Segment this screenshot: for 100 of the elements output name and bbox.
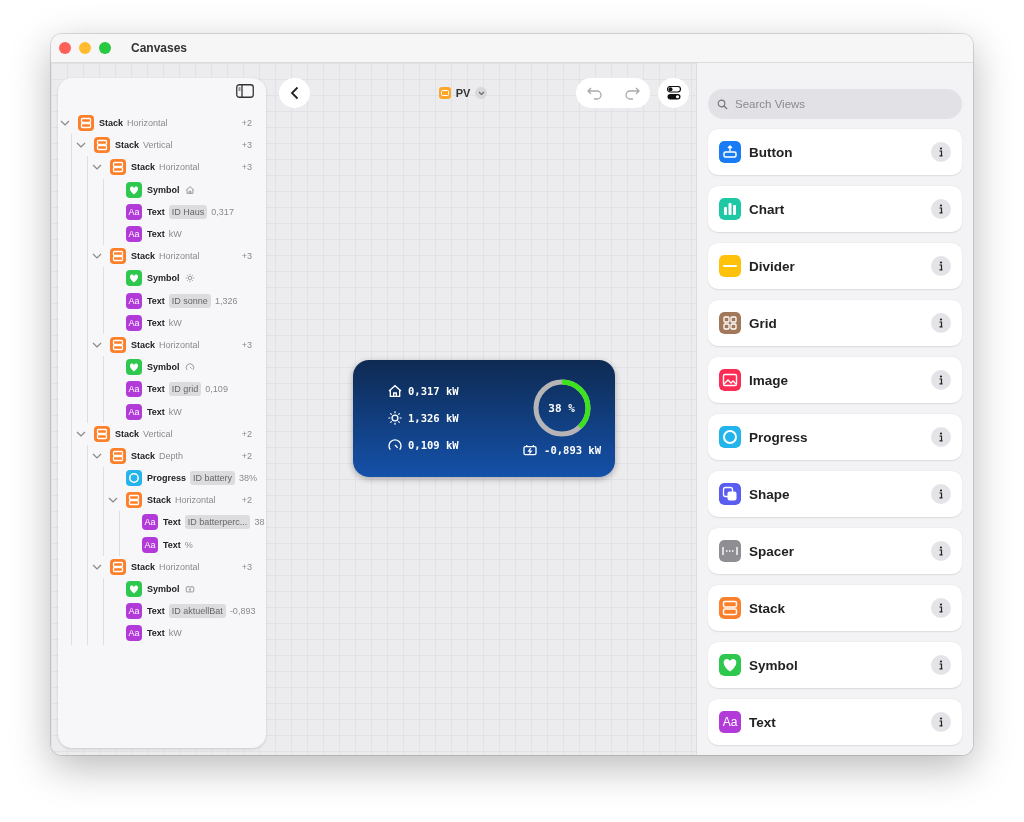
caret-icon	[477, 90, 485, 96]
view-item[interactable]: Chart	[708, 186, 962, 232]
node-name[interactable]: Stack	[115, 140, 140, 151]
view-item[interactable]: Spacer	[708, 528, 962, 574]
sun-icon	[387, 410, 403, 426]
node-name[interactable]: Text	[147, 406, 165, 417]
view-item[interactable]: Symbol	[708, 642, 962, 688]
gauge-icon	[184, 362, 195, 373]
text-icon: Aa	[126, 226, 142, 243]
battery-icon	[184, 584, 195, 595]
gauge-icon	[387, 437, 403, 453]
node-name[interactable]: Symbol	[147, 184, 180, 195]
window-title: Canvases	[131, 41, 188, 55]
power-reading: 1,326 kW	[408, 412, 459, 424]
info-button[interactable]	[931, 142, 951, 162]
node-name[interactable]: Stack	[131, 450, 156, 461]
stack-icon	[110, 558, 126, 575]
redo-icon	[622, 85, 641, 101]
node-name[interactable]: Text	[147, 229, 165, 240]
node-name[interactable]: Symbol	[147, 362, 180, 373]
node-name[interactable]: Text	[147, 317, 165, 328]
stack-icon	[94, 425, 110, 442]
info-button[interactable]	[931, 712, 951, 732]
node-name[interactable]: Stack	[131, 251, 156, 262]
view-item[interactable]: Image	[708, 357, 962, 403]
node-name[interactable]: Stack	[131, 339, 156, 350]
text-icon: Aa	[142, 536, 158, 553]
info-button[interactable]	[931, 655, 951, 675]
info-button[interactable]	[931, 313, 951, 333]
id-tag: ID sonne	[168, 293, 211, 308]
info-button[interactable]	[931, 427, 951, 447]
view-item[interactable]: Grid	[708, 300, 962, 346]
node-name[interactable]: Symbol	[147, 584, 180, 595]
back-button[interactable]	[279, 78, 310, 108]
view-name: Image	[749, 372, 790, 388]
info-icon	[938, 603, 944, 613]
id-tag: ID aktuellBat	[168, 604, 226, 619]
stack-icon	[110, 447, 126, 464]
house-icon	[387, 383, 403, 399]
text-icon: Aa	[126, 625, 142, 642]
view-item[interactable]: Stack	[708, 585, 962, 631]
node-detail: Horizontal	[159, 162, 200, 173]
node-name[interactable]: Stack	[115, 428, 140, 439]
node-value: 0,109	[205, 384, 228, 395]
info-icon	[938, 147, 944, 157]
child-count: +3	[241, 251, 252, 262]
node-name[interactable]: Stack	[147, 495, 172, 506]
undo-button[interactable]	[585, 85, 604, 101]
info-button[interactable]	[931, 598, 951, 618]
node-name[interactable]: Text	[147, 295, 165, 306]
info-icon	[938, 432, 944, 442]
view-name: Symbol	[749, 657, 799, 673]
node-value: 1,326	[214, 295, 238, 306]
node-name[interactable]: Text	[163, 517, 181, 528]
stack-icon	[110, 159, 126, 176]
view-name: Spacer	[749, 543, 796, 559]
view-item[interactable]: Progress	[708, 414, 962, 460]
node-name[interactable]: Stack	[131, 561, 156, 572]
ring-label: 38 %	[547, 400, 576, 417]
info-button[interactable]	[931, 370, 951, 390]
id-tag: ID grid	[168, 382, 202, 397]
node-name[interactable]: Text	[147, 606, 165, 617]
child-count: +3	[241, 162, 252, 173]
child-count: +2	[241, 428, 252, 439]
node-name[interactable]: Symbol	[147, 273, 180, 284]
stack-icon	[94, 137, 110, 154]
node-value: kW	[168, 406, 182, 417]
node-name[interactable]: Stack	[99, 118, 124, 129]
toggle-icon	[666, 86, 681, 100]
node-name[interactable]: Text	[163, 539, 181, 550]
info-button[interactable]	[931, 541, 951, 561]
pv-widget[interactable]: 0,317 kW 1,326 kW 0,109 kW 38 % -0,893 kW	[353, 359, 615, 477]
view-item[interactable]: Button	[708, 129, 962, 175]
info-button[interactable]	[931, 199, 951, 219]
search-field[interactable]: Search Views	[708, 89, 962, 119]
node-detail: Horizontal	[159, 339, 200, 350]
view-item[interactable]: Shape	[708, 471, 962, 517]
info-button[interactable]	[931, 484, 951, 504]
node-value: kW	[168, 317, 182, 328]
view-item[interactable]: Aa Text	[708, 699, 962, 745]
node-name[interactable]: Progress	[147, 473, 187, 484]
view-name: Grid	[749, 315, 778, 331]
view-name: Progress	[749, 429, 809, 445]
node-name[interactable]: Stack	[131, 162, 156, 173]
node-name[interactable]: Text	[147, 628, 165, 639]
node-detail: Horizontal	[127, 118, 168, 129]
symbol-icon	[126, 270, 142, 287]
redo-button[interactable]	[622, 85, 641, 101]
view-item[interactable]: Divider	[708, 243, 962, 289]
toggle-button[interactable]	[658, 78, 689, 108]
sidebar-toggle-icon[interactable]	[236, 84, 254, 98]
node-name[interactable]: Text	[147, 206, 165, 217]
info-icon	[938, 489, 944, 499]
node-detail: Horizontal	[159, 561, 200, 572]
close-button[interactable]	[59, 42, 71, 54]
info-button[interactable]	[931, 256, 951, 276]
dropdown-button[interactable]	[475, 87, 488, 99]
view-name: Button	[749, 144, 794, 160]
node-name[interactable]: Text	[147, 384, 165, 395]
canvas-name[interactable]: PV	[455, 87, 471, 99]
